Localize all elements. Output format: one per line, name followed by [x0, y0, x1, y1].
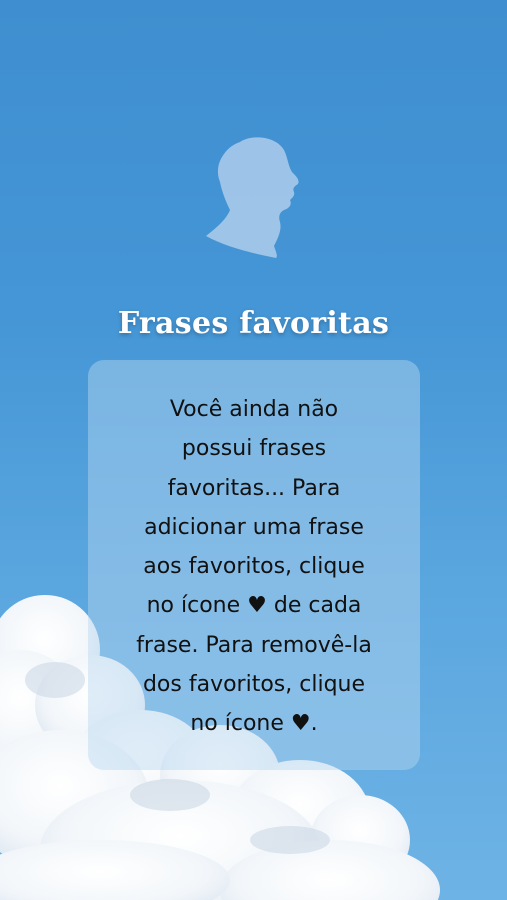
message-fragment: de cada: [273, 593, 362, 619]
heart-icon: ♥: [290, 711, 311, 737]
message-fragment: no ícone: [146, 593, 241, 619]
page-title: Frases favoritas: [117, 306, 390, 341]
message-line: aos favoritos, clique: [143, 554, 365, 580]
empty-state-message: Você ainda não possui frases favoritas..…: [108, 390, 400, 744]
message-line: adicionar uma frase: [144, 514, 364, 540]
message-line: Você ainda não: [169, 397, 339, 422]
message-fragment: .: [310, 711, 318, 737]
message-line: possui frases: [181, 436, 327, 462]
message-fragment: no ícone: [190, 711, 284, 737]
message-line: dos favoritos, clique: [142, 672, 366, 698]
message-line: frase. Para removê-la: [136, 632, 372, 658]
message-line: no ícone ♥ de cada: [108, 586, 400, 625]
heart-icon: ♥: [247, 593, 267, 619]
author-silhouette-icon: [206, 137, 299, 258]
message-line: no ícone ♥.: [108, 704, 400, 743]
favorites-screen: Frases favoritas Você ainda não possui f…: [0, 0, 507, 900]
empty-state-card: Você ainda não possui frases favoritas..…: [88, 360, 420, 770]
message-line: favoritas... Para: [167, 475, 341, 501]
